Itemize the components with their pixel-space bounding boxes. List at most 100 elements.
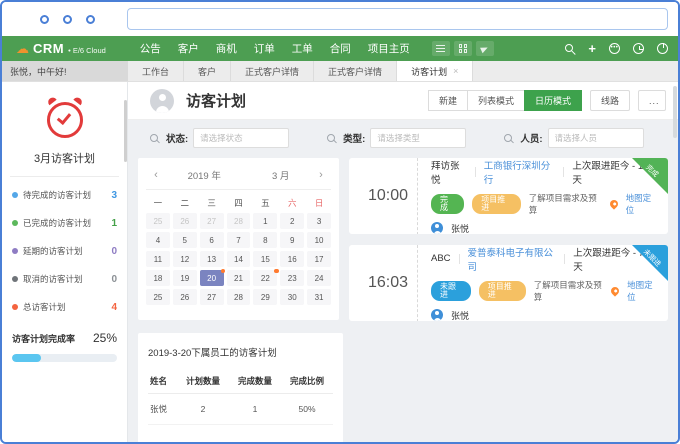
calendar-day-cell[interactable]: 15 xyxy=(253,251,277,267)
calendar-day-cell[interactable]: 27 xyxy=(200,213,224,229)
map-locate-link[interactable]: 地图定位 xyxy=(627,279,658,303)
visit-stat-row[interactable]: 总访客计划4 xyxy=(12,293,117,321)
calendar-day-cell[interactable]: 2 xyxy=(280,213,304,229)
calendar-day-cell[interactable]: 8 xyxy=(253,232,277,248)
filter-input[interactable] xyxy=(548,128,644,148)
clock-icon[interactable] xyxy=(633,43,644,54)
nav-menu-item[interactable]: 合同 xyxy=(330,41,351,56)
calendar-day-cell[interactable]: 17 xyxy=(307,251,331,267)
calendar-next-icon[interactable]: › xyxy=(315,169,327,181)
owner-name: 张悦 xyxy=(451,309,469,322)
calendar-day-cell[interactable]: 20 xyxy=(200,270,224,286)
table-cell: 1 xyxy=(229,394,281,425)
view-button-新建[interactable]: 新建 xyxy=(428,90,468,111)
grid-view-icon[interactable] xyxy=(454,41,472,56)
calendar-prev-icon[interactable]: ‹ xyxy=(150,169,162,181)
calendar-day-cell[interactable]: 24 xyxy=(307,270,331,286)
calendar-day-cell[interactable]: 4 xyxy=(146,232,170,248)
tab-close-icon[interactable]: × xyxy=(453,66,458,76)
calendar-day-cell[interactable]: 31 xyxy=(307,289,331,305)
nav-menu-item[interactable]: 公告 xyxy=(140,41,161,56)
nav-menu-item[interactable]: 项目主页 xyxy=(368,41,410,56)
calendar-day-cell[interactable]: 16 xyxy=(280,251,304,267)
calendar-day-number: 15 xyxy=(261,255,270,264)
map-locate-link[interactable]: 地图定位 xyxy=(626,192,658,216)
tab-访客计划[interactable]: 访客计划× xyxy=(397,61,473,81)
calendar-day-cell[interactable]: 22 xyxy=(253,270,277,286)
calendar-day-cell[interactable]: 14 xyxy=(227,251,251,267)
view-button-列表模式[interactable]: 列表模式 xyxy=(467,90,525,111)
calendar-month-label[interactable]: 3 月 xyxy=(272,168,289,182)
calendar-day-cell[interactable]: 28 xyxy=(227,289,251,305)
visit-stat-row[interactable]: 延期的访客计划0 xyxy=(12,237,117,265)
calendar-day-cell[interactable]: 29 xyxy=(253,289,277,305)
visit-stat-row[interactable]: 取消的访客计划0 xyxy=(12,265,117,293)
calendar-day-cell[interactable]: 26 xyxy=(173,289,197,305)
main-scrollbar[interactable] xyxy=(673,86,677,138)
browser-dot-icon[interactable] xyxy=(86,15,95,24)
calendar-year-label[interactable]: 2019 年 xyxy=(188,168,221,182)
calendar-day-cell[interactable]: 25 xyxy=(146,213,170,229)
calendar-day-cell[interactable]: 27 xyxy=(200,289,224,305)
calendar-day-cell[interactable]: 3 xyxy=(307,213,331,229)
route-button[interactable]: 线路 xyxy=(590,90,630,111)
visit-stat-row[interactable]: 已完成的访客计划1 xyxy=(12,209,117,237)
tab-label: 客户 xyxy=(198,65,216,78)
visit-company-link[interactable]: 工商银行深圳分行 xyxy=(484,158,556,186)
sidebar-scrollbar[interactable] xyxy=(124,100,127,162)
plus-icon[interactable]: + xyxy=(588,42,596,55)
nav-menu-item[interactable]: 订单 xyxy=(254,41,275,56)
table-row[interactable]: 张悦2150% xyxy=(148,394,333,425)
url-bar-input[interactable] xyxy=(127,8,668,30)
more-actions-button[interactable]: ... xyxy=(638,90,666,111)
tab-正式客户详情[interactable]: 正式客户详情 xyxy=(314,61,397,81)
visit-card[interactable]: 16:03ABC爱普泰科电子有限公司上次跟进距今 - 712天未跟进项目推进了解… xyxy=(349,245,668,321)
owner-name: 张悦 xyxy=(451,222,469,235)
calendar-day-cell[interactable]: 23 xyxy=(280,270,304,286)
calendar-day-cell[interactable]: 28 xyxy=(227,213,251,229)
browser-dot-icon[interactable] xyxy=(40,15,49,24)
tab-工作台[interactable]: 工作台 xyxy=(128,61,184,81)
calendar-day-cell[interactable]: 26 xyxy=(173,213,197,229)
visit-card[interactable]: 10:00拜访张悦工商银行深圳分行上次跟进距今 - 100天完成项目推进了解项目… xyxy=(349,158,668,234)
calendar-day-cell[interactable]: 19 xyxy=(173,270,197,286)
calendar-day-cell[interactable]: 21 xyxy=(227,270,251,286)
search-icon[interactable] xyxy=(565,44,575,54)
calendar-day-cell[interactable]: 5 xyxy=(173,232,197,248)
calendar-day-number: 31 xyxy=(315,293,324,302)
browser-dot-icon[interactable] xyxy=(63,15,72,24)
calendar-weekday: 四 xyxy=(227,197,251,209)
tab-客户[interactable]: 客户 xyxy=(184,61,231,81)
calendar-day-cell[interactable]: 18 xyxy=(146,270,170,286)
nav-menu-item[interactable]: 客户 xyxy=(178,41,199,56)
calendar-day-cell[interactable]: 10 xyxy=(307,232,331,248)
power-icon[interactable] xyxy=(657,43,668,54)
calendar-day-cell[interactable]: 12 xyxy=(173,251,197,267)
view-button-日历模式[interactable]: 日历模式 xyxy=(524,90,582,111)
sidebar-month-title: 3月访客计划 xyxy=(12,150,117,166)
stat-dot-icon xyxy=(12,304,18,310)
calendar-day-cell[interactable]: 9 xyxy=(280,232,304,248)
tab-正式客户详情[interactable]: 正式客户详情 xyxy=(231,61,314,81)
nav-menu-item[interactable]: 商机 xyxy=(216,41,237,56)
filter-input[interactable] xyxy=(193,128,289,148)
brand[interactable]: ☁ CRM • E/6 Cloud xyxy=(16,41,106,56)
nav-icon-buttons xyxy=(432,41,494,56)
menu-lines-icon[interactable] xyxy=(432,41,450,56)
calendar-panel: ‹ 2019 年 3 月 › 一二三四五六日 25262728123456789… xyxy=(138,158,339,320)
visit-stat-row[interactable]: 待完成的访客计划3 xyxy=(12,181,117,209)
more-circle-icon[interactable]: ••• xyxy=(609,43,620,54)
calendar-day-cell[interactable]: 1 xyxy=(253,213,277,229)
calendar-day-cell[interactable]: 6 xyxy=(200,232,224,248)
calendar-day-cell[interactable]: 30 xyxy=(280,289,304,305)
calendar-day-number: 7 xyxy=(236,236,240,245)
filter-input[interactable] xyxy=(370,128,466,148)
calendar-day-cell[interactable]: 25 xyxy=(146,289,170,305)
visit-company-link[interactable]: 爱普泰科电子有限公司 xyxy=(467,245,556,273)
divider xyxy=(10,176,119,177)
send-icon[interactable] xyxy=(476,41,494,56)
calendar-day-cell[interactable]: 7 xyxy=(227,232,251,248)
nav-menu-item[interactable]: 工单 xyxy=(292,41,313,56)
calendar-day-cell[interactable]: 11 xyxy=(146,251,170,267)
calendar-day-cell[interactable]: 13 xyxy=(200,251,224,267)
